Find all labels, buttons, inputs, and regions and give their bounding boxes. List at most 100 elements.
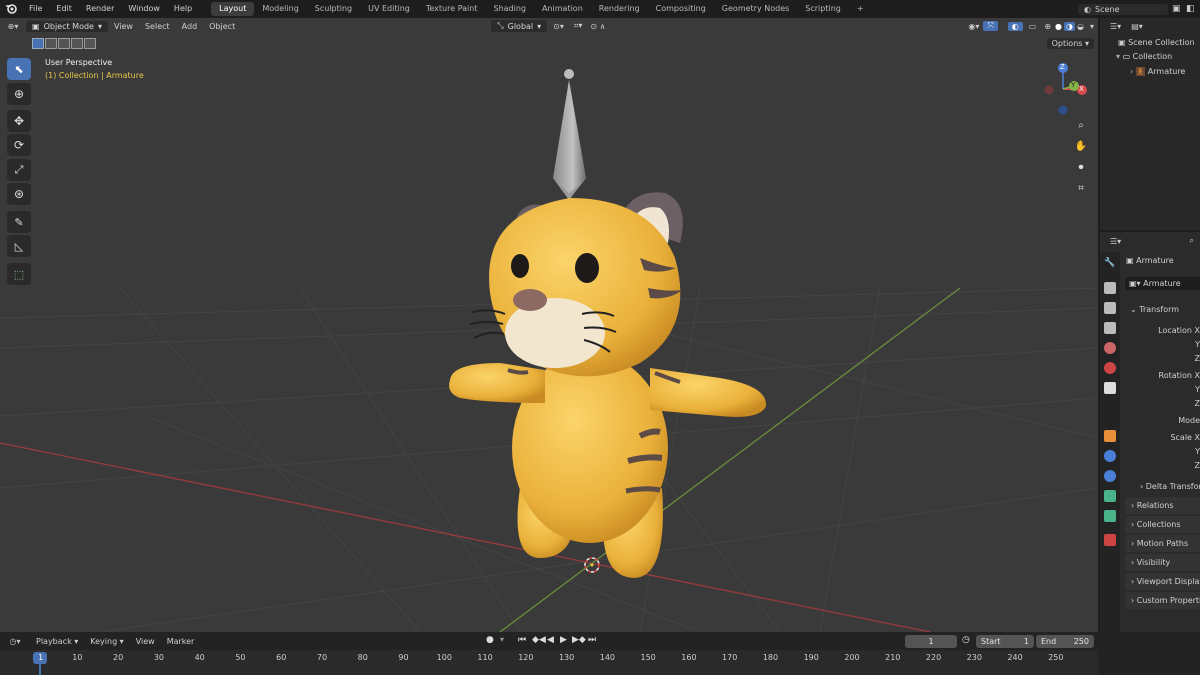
menu-window[interactable]: Window bbox=[121, 0, 167, 18]
jump-key-back-icon[interactable]: ◆◀ bbox=[532, 635, 546, 645]
shading-wireframe-icon[interactable]: ⊕ bbox=[1042, 22, 1053, 31]
pan-hand-icon[interactable]: ✋ bbox=[1072, 137, 1090, 155]
data-tab-icon[interactable] bbox=[1104, 510, 1116, 522]
tab-sculpting[interactable]: Sculpting bbox=[307, 2, 360, 16]
zoom-icon[interactable]: ⌕ bbox=[1072, 116, 1090, 134]
blender-logo-icon[interactable] bbox=[0, 0, 22, 18]
navigation-gizmo[interactable]: Z X Y bbox=[1036, 62, 1090, 116]
collapse-chevron-icon[interactable]: › bbox=[1130, 67, 1136, 76]
render-tab-icon[interactable] bbox=[1104, 282, 1116, 294]
record-icon[interactable]: ● bbox=[486, 635, 494, 645]
play-reverse-icon[interactable]: ◀ bbox=[547, 635, 554, 645]
panel-custom-properties[interactable]: › Custom Properties bbox=[1125, 592, 1200, 609]
add-cube-tool[interactable]: ⬚ bbox=[7, 263, 31, 285]
measure-tool[interactable]: ◺ bbox=[7, 235, 31, 257]
tab-animation[interactable]: Animation bbox=[534, 2, 591, 16]
jump-key-forward-icon[interactable]: ▶◆ bbox=[572, 635, 586, 645]
tool-tab-icon[interactable]: 🔧 bbox=[1104, 258, 1116, 270]
select-subtract-icon[interactable] bbox=[58, 38, 70, 49]
select-extend-icon[interactable] bbox=[45, 38, 57, 49]
shading-solid-icon[interactable]: ● bbox=[1053, 22, 1064, 31]
tab-scripting[interactable]: Scripting bbox=[797, 2, 849, 16]
search-icon[interactable]: ⌕ bbox=[1190, 236, 1194, 246]
tab-shading[interactable]: Shading bbox=[485, 2, 534, 16]
mode-dropdown[interactable]: ▣ Object Mode ▾ bbox=[26, 20, 108, 32]
scene-tab-icon[interactable] bbox=[1104, 342, 1116, 354]
end-frame-field[interactable]: End 250 bbox=[1036, 635, 1094, 648]
current-frame-field[interactable]: 1 bbox=[905, 635, 957, 648]
viewport-options-button[interactable]: Options ▾ bbox=[1046, 38, 1094, 49]
collection-tab-icon[interactable] bbox=[1104, 382, 1116, 394]
object-data-row[interactable]: ▣▾ Armature bbox=[1125, 277, 1200, 290]
view-layer-tab-icon[interactable] bbox=[1104, 322, 1116, 334]
menu-edit[interactable]: Edit bbox=[49, 0, 79, 18]
visibility-icon[interactable]: ◉▾ bbox=[964, 22, 983, 31]
view-layer-icon[interactable]: ◧ bbox=[1186, 4, 1200, 14]
transform-panel-header[interactable]: ⌄ Transform bbox=[1130, 305, 1179, 314]
menu-timeline-view[interactable]: View bbox=[130, 637, 161, 646]
scene-selector[interactable]: ◐ Scene bbox=[1078, 3, 1168, 15]
rotate-tool[interactable]: ⟳ bbox=[7, 134, 31, 156]
menu-file[interactable]: File bbox=[22, 0, 49, 18]
annotate-tool[interactable]: ✎ bbox=[7, 211, 31, 233]
new-scene-icon[interactable]: ▣ bbox=[1172, 4, 1186, 14]
select-intersect-icon[interactable] bbox=[84, 38, 96, 49]
tab-layout[interactable]: Layout bbox=[211, 2, 255, 16]
snap-icon[interactable]: ⌗▾ bbox=[570, 21, 587, 31]
physics-tab-icon[interactable] bbox=[1104, 470, 1116, 482]
cursor-tool[interactable]: ⊕ bbox=[7, 83, 31, 105]
menu-marker[interactable]: Marker bbox=[161, 637, 201, 646]
transform-orientation-dropdown[interactable]: ⤡ Global ▾ bbox=[491, 20, 548, 32]
tab-modeling[interactable]: Modeling bbox=[254, 2, 306, 16]
shading-material-icon[interactable]: ◑ bbox=[1064, 21, 1075, 31]
object-tab-icon[interactable] bbox=[1104, 430, 1116, 442]
menu-select[interactable]: Select bbox=[139, 22, 176, 31]
panel-collections[interactable]: › Collections bbox=[1125, 516, 1200, 533]
editor-type-icon[interactable]: ⊕▾ bbox=[0, 22, 26, 31]
tab-compositing[interactable]: Compositing bbox=[648, 2, 714, 16]
menu-keying[interactable]: Keying ▾ bbox=[84, 637, 129, 646]
add-workspace-button[interactable]: + bbox=[849, 2, 872, 16]
constraint-tab-icon[interactable] bbox=[1104, 490, 1116, 502]
use-preview-range-icon[interactable]: ◷ bbox=[962, 635, 970, 645]
outliner-row-armature[interactable]: › 🯅 Armature bbox=[1130, 66, 1185, 80]
output-tab-icon[interactable] bbox=[1104, 302, 1116, 314]
outliner-row-collection[interactable]: ▾ ▭ Collection bbox=[1116, 52, 1172, 61]
select-new-icon[interactable] bbox=[32, 38, 44, 49]
camera-icon[interactable]: ⏺ bbox=[1072, 158, 1090, 176]
perspective-grid-icon[interactable]: ⌗ bbox=[1072, 179, 1090, 197]
select-box-tool[interactable]: ⬉ bbox=[7, 58, 31, 80]
3d-viewport[interactable]: ⊕▾ ▣ Object Mode ▾ View Select Add Objec… bbox=[0, 18, 1098, 632]
overlay-toggle-icon[interactable]: ◐ bbox=[1007, 21, 1023, 31]
delta-transform-subpanel[interactable]: › Delta Transform bbox=[1140, 482, 1200, 491]
scale-tool[interactable]: ⤢ bbox=[7, 159, 31, 181]
menu-add[interactable]: Add bbox=[176, 22, 204, 31]
pivot-icon[interactable]: ⊙▾ bbox=[547, 22, 570, 31]
panel-viewport-display[interactable]: › Viewport Display bbox=[1125, 573, 1200, 590]
panel-relations[interactable]: › Relations bbox=[1125, 497, 1200, 514]
proportional-edit-icon[interactable]: ⊙ ∧ bbox=[586, 22, 609, 31]
select-invert-icon[interactable] bbox=[71, 38, 83, 49]
tab-texture-paint[interactable]: Texture Paint bbox=[418, 2, 486, 16]
texture-tab-icon[interactable] bbox=[1104, 534, 1116, 546]
start-frame-field[interactable]: Start 1 bbox=[976, 635, 1034, 648]
menu-object[interactable]: Object bbox=[203, 22, 241, 31]
tab-rendering[interactable]: Rendering bbox=[591, 2, 648, 16]
menu-view[interactable]: View bbox=[108, 22, 139, 31]
move-tool[interactable]: ✥ bbox=[7, 110, 31, 132]
menu-playback[interactable]: Playback ▾ bbox=[30, 637, 84, 646]
modifier-tab-icon[interactable] bbox=[1104, 450, 1116, 462]
shading-rendered-icon[interactable]: ◒ bbox=[1075, 22, 1086, 31]
tab-uv-editing[interactable]: UV Editing bbox=[360, 2, 418, 16]
menu-render[interactable]: Render bbox=[79, 0, 121, 18]
menu-help[interactable]: Help bbox=[167, 0, 199, 18]
jump-start-icon[interactable]: ⏮ bbox=[518, 635, 526, 645]
panel-motion-paths[interactable]: › Motion Paths bbox=[1125, 535, 1200, 552]
jump-end-icon[interactable]: ⏭ bbox=[588, 635, 596, 645]
xray-icon[interactable]: ▭ bbox=[1023, 22, 1043, 31]
transform-tool[interactable]: ⊛ bbox=[7, 183, 31, 205]
panel-visibility[interactable]: › Visibility bbox=[1125, 554, 1200, 571]
shading-options-icon[interactable]: ▾ bbox=[1086, 22, 1098, 31]
tab-geometry-nodes[interactable]: Geometry Nodes bbox=[714, 2, 797, 16]
record-options-icon[interactable]: ▾ bbox=[500, 635, 504, 644]
